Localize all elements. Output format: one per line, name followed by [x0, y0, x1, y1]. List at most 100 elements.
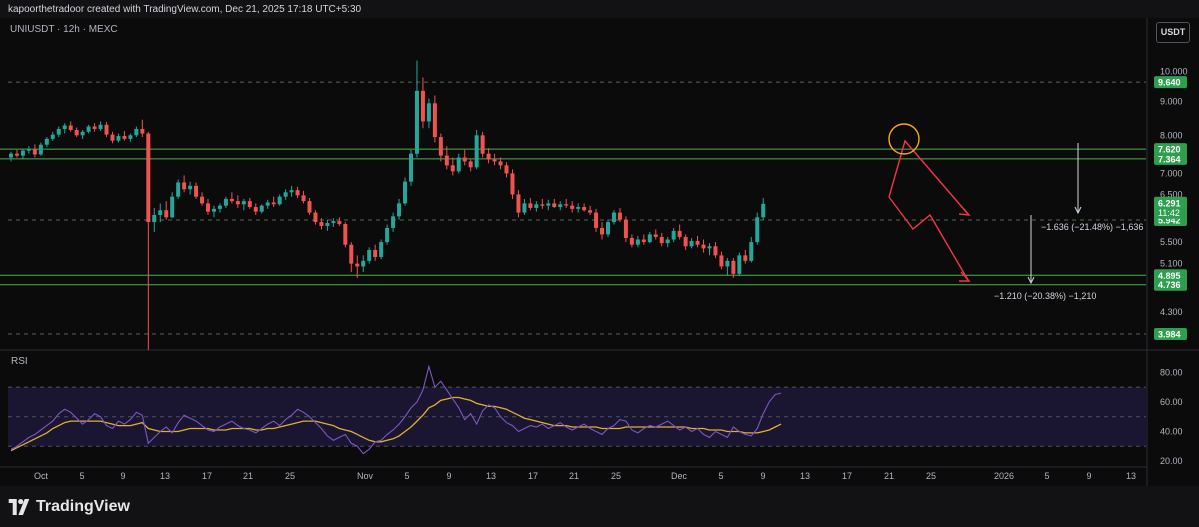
candle-body	[200, 196, 205, 204]
time-tick-label: 13	[1126, 471, 1136, 481]
rsi-tick-label: 80.00	[1160, 367, 1183, 377]
projection-path	[888, 139, 969, 215]
candle-body	[289, 190, 294, 193]
time-tick-label: 25	[285, 471, 295, 481]
candle-body	[158, 210, 163, 215]
candle-body	[295, 190, 300, 196]
candle-body	[719, 255, 724, 267]
time-tick-label: 17	[528, 471, 538, 481]
candle-body	[480, 135, 485, 154]
projection-path	[888, 196, 969, 281]
candle-body	[50, 134, 55, 139]
tradingview-brand[interactable]: TradingView	[8, 497, 130, 517]
candle-body	[653, 234, 658, 237]
candle-body	[552, 203, 557, 208]
candle-body	[426, 103, 431, 122]
candle-body	[689, 241, 694, 247]
candle-body	[241, 201, 246, 205]
time-tick-label: 5	[79, 471, 84, 481]
candle-body	[641, 239, 646, 243]
candle-body	[665, 239, 670, 244]
candle-body	[74, 130, 79, 136]
measure-label: −1.636 (−21.48%) −1,636	[1041, 222, 1143, 232]
candle-body	[468, 161, 473, 168]
time-tick-label: 21	[884, 471, 894, 481]
candle-body	[540, 204, 545, 206]
candle-body	[349, 244, 354, 264]
candle-body	[134, 128, 139, 136]
candle-body	[253, 207, 258, 212]
time-tick-label: 17	[202, 471, 212, 481]
candle-body	[450, 165, 455, 172]
price-tick-label: 5.100	[1160, 259, 1183, 269]
time-tick-label: 25	[611, 471, 621, 481]
candle-body	[623, 219, 628, 238]
candle-body	[438, 137, 443, 156]
price-tick-label: 10.000	[1160, 67, 1188, 77]
candle-body	[492, 159, 497, 162]
price-chart[interactable]: 10.0009.0008.0007.0006.5005.5005.1004.30…	[0, 0, 1199, 527]
candle-body	[164, 210, 169, 218]
time-tick-label: 5	[718, 471, 723, 481]
time-tick-label: 5	[404, 471, 409, 481]
candle-body	[229, 198, 234, 202]
rsi-tick-label: 60.00	[1160, 397, 1183, 407]
candle-body	[677, 230, 682, 237]
time-tick-label: 9	[120, 471, 125, 481]
candle-body	[504, 165, 509, 174]
candle-body	[271, 202, 276, 205]
candle-body	[379, 242, 384, 257]
candle-body	[420, 90, 425, 122]
candle-body	[701, 244, 706, 249]
candle-body	[516, 194, 521, 213]
candle-body	[194, 185, 199, 197]
candle-body	[671, 230, 676, 240]
candle-body	[140, 128, 145, 134]
candle-body	[98, 124, 103, 129]
time-tick-label: 25	[926, 471, 936, 481]
candle-body	[558, 204, 563, 208]
candle-body	[146, 133, 151, 223]
rsi-pane-label[interactable]: RSI	[11, 356, 28, 367]
footer-bar	[0, 486, 1199, 527]
candle-body	[38, 144, 43, 155]
candle-body	[152, 214, 157, 223]
currency-button[interactable]: USDT	[1156, 22, 1190, 43]
candle-body	[217, 205, 222, 209]
candle-body	[122, 136, 127, 139]
candle-body	[432, 103, 437, 138]
candle-body	[606, 222, 610, 235]
candle-body	[725, 260, 730, 267]
candle-body	[600, 227, 605, 235]
candle-body	[343, 224, 348, 245]
candle-body	[737, 255, 742, 274]
time-tick-label: 2026	[994, 471, 1014, 481]
brand-name: TradingView	[36, 498, 130, 515]
candle-body	[301, 195, 306, 202]
price-tick-label: 5.500	[1160, 237, 1183, 247]
symbol-legend[interactable]: UNIUSDT · 12h · MEXC	[10, 24, 118, 35]
candle-body	[104, 124, 109, 135]
candle-body	[695, 241, 700, 245]
candle-body	[528, 203, 533, 208]
candle-body	[408, 153, 413, 182]
candle-body	[707, 246, 712, 249]
candle-body	[26, 149, 31, 151]
candle-body	[570, 205, 575, 209]
candle-body	[247, 201, 252, 208]
measure-label: −1.210 (−20.38%) −1,210	[994, 291, 1096, 301]
candle-body	[403, 181, 408, 204]
candle-body	[391, 216, 396, 228]
candle-body	[176, 182, 181, 197]
candle-body	[355, 263, 360, 267]
candle-body	[56, 128, 61, 135]
time-tick-label: Nov	[357, 471, 374, 481]
candle-body	[731, 260, 736, 274]
candle-body	[259, 205, 264, 212]
candle-body	[116, 136, 121, 141]
time-tick-label: 9	[760, 471, 765, 481]
candle-body	[14, 153, 19, 156]
candle-body	[474, 135, 479, 168]
candle-body	[629, 237, 634, 245]
candle-body	[456, 157, 461, 172]
